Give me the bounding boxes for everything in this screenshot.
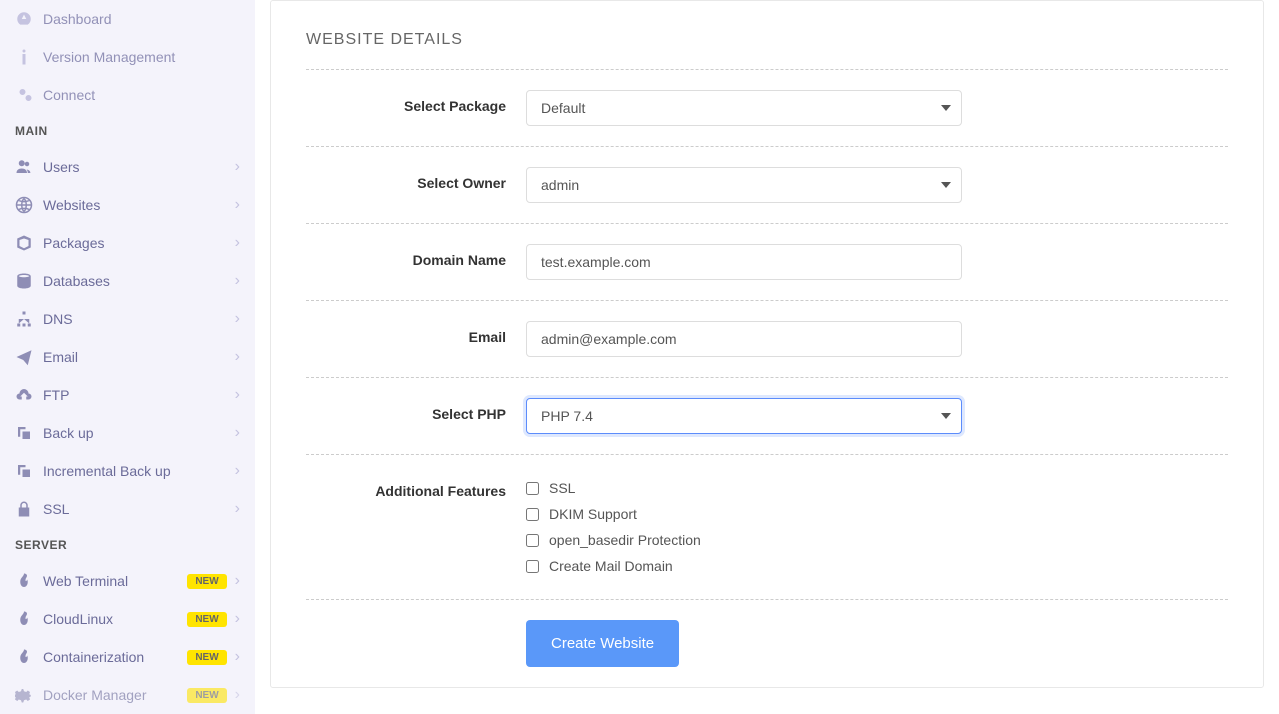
select-package[interactable]: Default [526,90,962,126]
checkbox-maildomain[interactable]: Create Mail Domain [526,553,962,579]
label-owner: Select Owner [306,167,526,203]
sidebar-item-ftp[interactable]: FTP › [0,376,255,414]
checkbox-input-maildomain[interactable] [526,560,539,573]
checkbox-input-ssl[interactable] [526,482,539,495]
users-icon [15,158,43,176]
label-php: Select PHP [306,398,526,434]
select-php[interactable]: PHP 7.4 [526,398,962,434]
sidebar-item-label: Users [43,159,235,175]
sidebar-item-dashboard[interactable]: Dashboard [0,0,255,38]
sidebar-item-databases[interactable]: Databases › [0,262,255,300]
plane-icon [15,348,43,366]
checkbox-input-openbasedir[interactable] [526,534,539,547]
copy-icon [15,424,43,442]
sidebar: Dashboard Version Management Connect MAI… [0,0,255,714]
chevron-right-icon: › [235,610,240,628]
chevron-right-icon: › [235,310,240,328]
cloud-upload-icon [15,386,43,404]
chevron-right-icon: › [235,424,240,442]
chevron-right-icon: › [235,196,240,214]
badge-new: NEW [187,650,226,665]
gear-icon [15,686,43,704]
sidebar-item-label: Version Management [43,49,240,65]
checkbox-label: open_basedir Protection [549,532,701,548]
dashboard-icon [15,10,43,28]
badge-new: NEW [187,612,226,627]
label-domain: Domain Name [306,244,526,280]
sidebar-item-dns[interactable]: DNS › [0,300,255,338]
sidebar-item-backup[interactable]: Back up › [0,414,255,452]
sidebar-item-label: Websites [43,197,235,213]
checkbox-input-dkim[interactable] [526,508,539,521]
checkbox-label: SSL [549,480,575,496]
sidebar-item-web-terminal[interactable]: Web Terminal NEW › [0,562,255,600]
input-email[interactable] [526,321,962,357]
create-website-button[interactable]: Create Website [526,620,679,667]
sidebar-item-label: CloudLinux [43,611,187,627]
section-label-main: MAIN [0,114,255,148]
sidebar-item-incremental-backup[interactable]: Incremental Back up › [0,452,255,490]
chevron-right-icon: › [235,348,240,366]
chevron-right-icon: › [235,686,240,704]
form-card: WEBSITE DETAILS Select Package Default S… [270,0,1264,688]
fire-icon [15,572,43,590]
input-domain[interactable] [526,244,962,280]
badge-new: NEW [187,688,226,703]
sidebar-item-label: Containerization [43,649,187,665]
fire-icon [15,648,43,666]
sidebar-item-containerization[interactable]: Containerization NEW › [0,638,255,676]
checkbox-label: Create Mail Domain [549,558,673,574]
chevron-right-icon: › [235,462,240,480]
sidebar-item-label: Dashboard [43,11,240,27]
section-label-server: SERVER [0,528,255,562]
sidebar-item-label: Docker Manager [43,687,187,703]
badge-new: NEW [187,574,226,589]
sidebar-item-label: SSL [43,501,235,517]
sidebar-item-websites[interactable]: Websites › [0,186,255,224]
chevron-right-icon: › [235,648,240,666]
sidebar-item-label: Back up [43,425,235,441]
info-icon [15,48,43,66]
label-features: Additional Features [306,475,526,579]
connect-icon [15,86,43,104]
chevron-right-icon: › [235,500,240,518]
sidebar-item-label: Databases [43,273,235,289]
sidebar-item-docker-manager[interactable]: Docker Manager NEW › [0,676,255,714]
sidebar-item-label: Incremental Back up [43,463,235,479]
packages-icon [15,234,43,252]
copy-icon [15,462,43,480]
sidebar-item-packages[interactable]: Packages › [0,224,255,262]
sidebar-item-label: DNS [43,311,235,327]
card-title: WEBSITE DETAILS [271,1,1263,69]
sidebar-item-label: Web Terminal [43,573,187,589]
sidebar-item-label: Connect [43,87,240,103]
sidebar-item-version-management[interactable]: Version Management [0,38,255,76]
checkbox-dkim[interactable]: DKIM Support [526,501,962,527]
globe-icon [15,196,43,214]
checkbox-ssl[interactable]: SSL [526,475,962,501]
fire-icon [15,610,43,628]
chevron-right-icon: › [235,272,240,290]
sidebar-item-label: FTP [43,387,235,403]
checkbox-openbasedir[interactable]: open_basedir Protection [526,527,962,553]
sidebar-item-label: Packages [43,235,235,251]
chevron-right-icon: › [235,234,240,252]
select-owner[interactable]: admin [526,167,962,203]
sidebar-item-cloudlinux[interactable]: CloudLinux NEW › [0,600,255,638]
chevron-right-icon: › [235,572,240,590]
database-icon [15,272,43,290]
sitemap-icon [15,310,43,328]
sidebar-item-connect[interactable]: Connect [0,76,255,114]
chevron-right-icon: › [235,158,240,176]
sidebar-item-ssl[interactable]: SSL › [0,490,255,528]
sidebar-item-label: Email [43,349,235,365]
chevron-right-icon: › [235,386,240,404]
checkbox-label: DKIM Support [549,506,637,522]
sidebar-item-users[interactable]: Users › [0,148,255,186]
sidebar-item-email[interactable]: Email › [0,338,255,376]
label-package: Select Package [306,90,526,126]
main-content: WEBSITE DETAILS Select Package Default S… [255,0,1279,714]
lock-icon [15,500,43,518]
label-email: Email [306,321,526,357]
